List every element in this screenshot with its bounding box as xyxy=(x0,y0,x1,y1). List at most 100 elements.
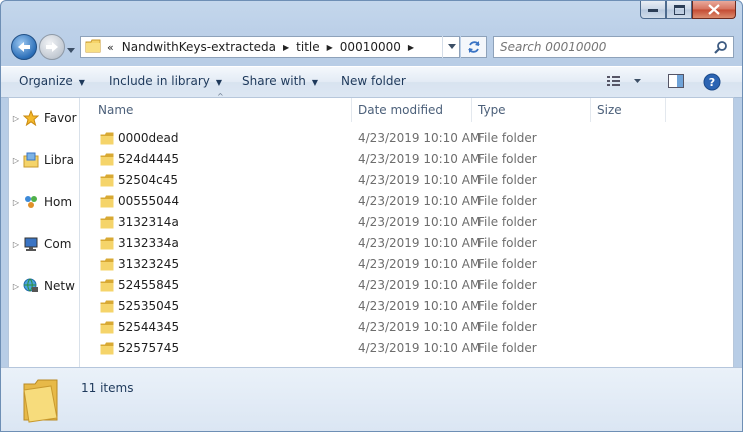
table-row[interactable]: 52504c45 4/23/2019 10:10 AM File folder xyxy=(80,170,733,191)
new-folder-button[interactable]: New folder xyxy=(341,74,406,88)
folder-large-icon xyxy=(23,379,58,423)
table-row[interactable]: 31323245 4/23/2019 10:10 AM File folder xyxy=(80,254,733,275)
search-icon[interactable] xyxy=(714,40,728,57)
minimize-button[interactable] xyxy=(640,1,666,19)
network-icon xyxy=(23,278,41,294)
column-header-type[interactable]: Type xyxy=(472,98,591,122)
address-bar[interactable]: « NandwithKeys-extracteda ▶ title ▶ 0001… xyxy=(80,36,460,58)
file-type: File folder xyxy=(478,152,537,166)
content-area: ▷ Favor ▷ Libra ▷ Hom ▷ Com ▷ Netw Name … xyxy=(8,92,734,368)
include-in-library-menu[interactable]: Include in library ▼ xyxy=(109,74,222,88)
breadcrumb-separator-icon[interactable]: ▶ xyxy=(324,43,336,52)
homegroup-icon xyxy=(23,194,41,210)
include-label: Include in library xyxy=(109,74,210,88)
file-name[interactable]: 524d4445 xyxy=(118,149,179,170)
back-button[interactable] xyxy=(11,34,37,60)
nav-item-network[interactable]: ▷ Netw xyxy=(9,276,75,296)
column-header-date-modified[interactable]: Date modified xyxy=(352,98,472,122)
expand-arrow-icon[interactable]: ▷ xyxy=(9,282,23,291)
file-name[interactable]: 52544345 xyxy=(118,317,179,338)
breadcrumb-separator-icon[interactable]: ▶ xyxy=(405,43,417,52)
breadcrumb-segment[interactable]: 00010000 xyxy=(336,40,405,54)
file-name[interactable]: 0000dead xyxy=(118,128,179,149)
nav-label: Netw xyxy=(44,279,75,293)
file-type: File folder xyxy=(478,236,537,250)
folder-icon xyxy=(100,174,114,187)
folder-icon xyxy=(100,132,114,145)
preview-pane-icon xyxy=(668,74,684,88)
file-type: File folder xyxy=(478,131,537,145)
nav-item-computer[interactable]: ▷ Com xyxy=(9,234,71,254)
star-icon xyxy=(23,110,41,126)
file-name[interactable]: 3132314a xyxy=(118,212,179,233)
table-row[interactable]: 52575745 4/23/2019 10:10 AM File folder xyxy=(80,338,733,359)
file-name[interactable]: 52535045 xyxy=(118,296,179,317)
breadcrumb-overflow[interactable]: « xyxy=(101,41,118,54)
forward-button[interactable] xyxy=(39,34,65,60)
nav-label: Com xyxy=(44,237,72,251)
nav-item-favorites[interactable]: ▷ Favor xyxy=(9,108,77,128)
table-row[interactable]: 00555044 4/23/2019 10:10 AM File folder xyxy=(80,191,733,212)
close-button[interactable] xyxy=(692,1,736,19)
search-input[interactable] xyxy=(494,39,702,55)
caption-buttons xyxy=(640,1,736,21)
file-date-modified: 4/23/2019 10:10 AM xyxy=(358,194,481,208)
expand-arrow-icon[interactable]: ▷ xyxy=(9,156,23,165)
table-row[interactable]: 52455845 4/23/2019 10:10 AM File folder xyxy=(80,275,733,296)
file-type: File folder xyxy=(478,257,537,271)
file-name[interactable]: 52455845 xyxy=(118,275,179,296)
table-row[interactable]: 0000dead 4/23/2019 10:10 AM File folder xyxy=(80,128,733,149)
nav-item-homegroup[interactable]: ▷ Hom xyxy=(9,192,72,212)
folder-icon xyxy=(100,153,114,166)
column-header-name[interactable]: Name xyxy=(92,98,352,122)
table-row[interactable]: 3132314a 4/23/2019 10:10 AM File folder xyxy=(80,212,733,233)
sort-ascending-icon: ^ xyxy=(217,92,224,101)
breadcrumb-segment[interactable]: title xyxy=(292,40,323,54)
chevron-down-icon: ▼ xyxy=(311,78,319,87)
table-row[interactable]: 52535045 4/23/2019 10:10 AM File folder xyxy=(80,296,733,317)
navigation-bar: « NandwithKeys-extracteda ▶ title ▶ 0001… xyxy=(1,33,742,63)
file-date-modified: 4/23/2019 10:10 AM xyxy=(358,173,481,187)
column-header-size[interactable]: Size xyxy=(591,98,666,122)
file-name[interactable]: 31323245 xyxy=(118,254,179,275)
expand-arrow-icon[interactable]: ▷ xyxy=(9,114,23,123)
maximize-icon xyxy=(673,4,685,15)
nav-label: Libra xyxy=(44,153,74,167)
table-row[interactable]: 524d4445 4/23/2019 10:10 AM File folder xyxy=(80,149,733,170)
help-button[interactable]: ? xyxy=(703,73,721,94)
search-box[interactable] xyxy=(493,36,734,58)
computer-icon xyxy=(23,236,41,252)
preview-pane-button[interactable] xyxy=(667,73,685,92)
share-label: Share with xyxy=(242,74,306,88)
table-row[interactable]: 52544345 4/23/2019 10:10 AM File folder xyxy=(80,317,733,338)
refresh-button[interactable] xyxy=(461,36,487,58)
file-type: File folder xyxy=(478,215,537,229)
change-view-button[interactable] xyxy=(605,73,641,92)
organize-label: Organize xyxy=(19,74,73,88)
maximize-button[interactable] xyxy=(666,1,692,19)
file-date-modified: 4/23/2019 10:10 AM xyxy=(358,278,481,292)
organize-menu[interactable]: Organize ▼ xyxy=(19,74,85,88)
navigation-pane: ▷ Favor ▷ Libra ▷ Hom ▷ Com ▷ Netw xyxy=(9,98,80,367)
file-name[interactable]: 00555044 xyxy=(118,191,179,212)
refresh-icon xyxy=(467,41,480,53)
file-type: File folder xyxy=(478,320,537,334)
address-history-dropdown[interactable] xyxy=(442,36,461,58)
expand-arrow-icon[interactable]: ▷ xyxy=(9,198,23,207)
minimize-icon xyxy=(648,8,658,12)
recent-pages-dropdown[interactable] xyxy=(67,43,77,53)
nav-item-libraries[interactable]: ▷ Libra xyxy=(9,150,74,170)
file-name[interactable]: 52575745 xyxy=(118,338,179,359)
file-name[interactable]: 3132334a xyxy=(118,233,179,254)
file-name[interactable]: 52504c45 xyxy=(118,170,178,191)
share-with-menu[interactable]: Share with ▼ xyxy=(242,74,318,88)
arrow-right-icon xyxy=(46,42,58,52)
table-row[interactable]: 3132334a 4/23/2019 10:10 AM File folder xyxy=(80,233,733,254)
column-header-row: Name ^ Date modified Type Size xyxy=(80,92,733,122)
breadcrumb-segment[interactable]: NandwithKeys-extracteda xyxy=(118,40,280,54)
breadcrumb-separator-icon[interactable]: ▶ xyxy=(280,43,292,52)
folder-icon xyxy=(100,279,114,292)
expand-arrow-icon[interactable]: ▷ xyxy=(9,240,23,249)
chevron-down-icon: ▼ xyxy=(78,78,85,87)
file-date-modified: 4/23/2019 10:10 AM xyxy=(358,236,481,250)
